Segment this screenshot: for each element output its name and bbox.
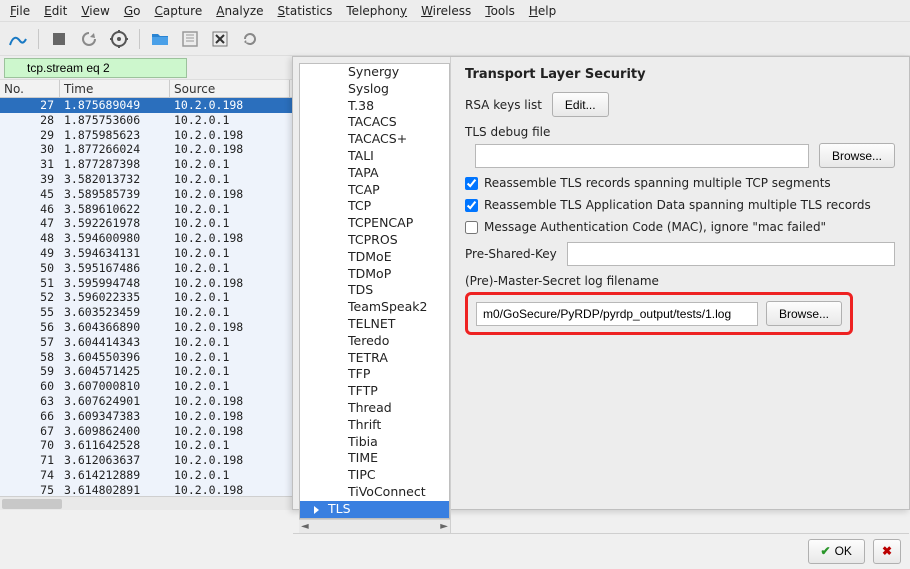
scroll-left-icon[interactable]: ◄ xyxy=(301,521,309,532)
pref-page-title: Transport Layer Security xyxy=(465,67,895,82)
menu-tools[interactable]: Tools xyxy=(479,2,521,20)
protocol-list[interactable]: SynergySyslogT.38TACACSTACACS+TALITAPATC… xyxy=(299,63,450,519)
restart-capture-icon[interactable] xyxy=(77,27,101,51)
toolbar-separator xyxy=(38,29,39,49)
protocol-item-tds[interactable]: TDS xyxy=(300,282,449,299)
chk-reassemble-tls[interactable] xyxy=(465,199,478,212)
protocol-item-telnet[interactable]: TELNET xyxy=(300,316,449,333)
rsa-keys-edit-button[interactable]: Edit... xyxy=(552,92,609,117)
master-secret-input[interactable] xyxy=(476,302,758,326)
toolbar xyxy=(0,22,910,56)
protocol-item-t-38[interactable]: T.38 xyxy=(300,98,449,115)
protocol-item-tapa[interactable]: TAPA xyxy=(300,165,449,182)
protocol-item-time[interactable]: TIME xyxy=(300,450,449,467)
protocol-item-tdmop[interactable]: TDMoP xyxy=(300,266,449,283)
wireshark-logo-icon xyxy=(6,27,30,51)
open-file-icon[interactable] xyxy=(148,27,172,51)
protocol-item-thread[interactable]: Thread xyxy=(300,400,449,417)
menu-telephony[interactable]: Telephony xyxy=(340,2,413,20)
stop-capture-icon[interactable] xyxy=(47,27,71,51)
chk-reassemble-tcp-label: Reassemble TLS records spanning multiple… xyxy=(484,176,831,190)
menubar: FileEditViewGoCaptureAnalyzeStatisticsTe… xyxy=(0,0,910,22)
protocol-item-synergy[interactable]: Synergy xyxy=(300,64,449,81)
ok-button[interactable]: ✔ OK xyxy=(808,539,865,564)
col-source: Source xyxy=(170,80,290,98)
protocol-item-tftp[interactable]: TFTP xyxy=(300,383,449,400)
scroll-right-icon[interactable]: ► xyxy=(440,521,448,532)
protocol-item-tcpencap[interactable]: TCPENCAP xyxy=(300,215,449,232)
tls-debug-browse-button[interactable]: Browse... xyxy=(819,143,895,168)
protocol-item-tdmoe[interactable]: TDMoE xyxy=(300,249,449,266)
menu-capture[interactable]: Capture xyxy=(148,2,208,20)
preferences-dialog: SynergySyslogT.38TACACSTACACS+TALITAPATC… xyxy=(292,56,910,510)
protocol-item-tacacs[interactable]: TACACS xyxy=(300,114,449,131)
tls-debug-file-label: TLS debug file xyxy=(465,125,895,139)
menu-help[interactable]: Help xyxy=(523,2,562,20)
protocol-settings-panel: Transport Layer Security RSA keys list E… xyxy=(451,57,909,533)
col-time: Time xyxy=(60,80,170,98)
protocol-item-teredo[interactable]: Teredo xyxy=(300,333,449,350)
menu-statistics[interactable]: Statistics xyxy=(272,2,339,20)
protocol-item-tacacs-[interactable]: TACACS+ xyxy=(300,131,449,148)
protocol-item-tls[interactable]: TLS xyxy=(300,501,449,518)
master-secret-highlight: Browse... xyxy=(465,292,853,335)
chk-reassemble-tcp[interactable] xyxy=(465,177,478,190)
protocol-item-tivoconnect[interactable]: TiVoConnect xyxy=(300,484,449,501)
close-file-icon[interactable] xyxy=(208,27,232,51)
master-secret-browse-button[interactable]: Browse... xyxy=(766,301,842,326)
col-no: No. xyxy=(0,80,60,98)
protocol-tree-panel: SynergySyslogT.38TACACSTACACS+TALITAPATC… xyxy=(293,57,451,533)
cancel-x-icon: ✖ xyxy=(882,544,892,558)
capture-options-icon[interactable] xyxy=(107,27,131,51)
ok-check-icon: ✔ xyxy=(821,544,831,558)
toolbar-separator xyxy=(139,29,140,49)
rsa-keys-label: RSA keys list xyxy=(465,98,542,112)
protocol-item-tipc[interactable]: TIPC xyxy=(300,467,449,484)
chk-mac-ignore[interactable] xyxy=(465,221,478,234)
protocol-item-tibia[interactable]: Tibia xyxy=(300,434,449,451)
tls-debug-file-input[interactable] xyxy=(475,144,809,168)
protocol-item-tcp[interactable]: TCP xyxy=(300,198,449,215)
psk-label: Pre-Shared-Key xyxy=(465,247,557,261)
protocol-item-syslog[interactable]: Syslog xyxy=(300,81,449,98)
cancel-button[interactable]: ✖ xyxy=(873,539,901,564)
protocol-item-tcpros[interactable]: TCPROS xyxy=(300,232,449,249)
save-file-icon[interactable] xyxy=(178,27,202,51)
protocol-item-tfp[interactable]: TFP xyxy=(300,366,449,383)
psk-input[interactable] xyxy=(567,242,895,266)
protocol-item-teamspeak2[interactable]: TeamSpeak2 xyxy=(300,299,449,316)
protocol-item-tali[interactable]: TALI xyxy=(300,148,449,165)
menu-analyze[interactable]: Analyze xyxy=(210,2,269,20)
protocol-item-tetra[interactable]: TETRA xyxy=(300,350,449,367)
chk-reassemble-tls-label: Reassemble TLS Application Data spanning… xyxy=(484,198,871,212)
protocol-item-tcap[interactable]: TCAP xyxy=(300,182,449,199)
display-filter-input[interactable] xyxy=(4,58,187,78)
protocol-item-thrift[interactable]: Thrift xyxy=(300,417,449,434)
menu-go[interactable]: Go xyxy=(118,2,147,20)
pref-dialog-buttons: ✔ OK ✖ xyxy=(293,533,909,569)
menu-wireless[interactable]: Wireless xyxy=(415,2,477,20)
protocol-list-hscrollbar[interactable]: ◄ ► xyxy=(299,519,450,533)
ok-button-label: OK xyxy=(835,544,852,558)
menu-file[interactable]: File xyxy=(4,2,36,20)
menu-view[interactable]: View xyxy=(75,2,115,20)
master-secret-label: (Pre)-Master-Secret log filename xyxy=(465,274,895,288)
reload-file-icon[interactable] xyxy=(238,27,262,51)
menu-edit[interactable]: Edit xyxy=(38,2,73,20)
chk-mac-ignore-label: Message Authentication Code (MAC), ignor… xyxy=(484,220,826,234)
